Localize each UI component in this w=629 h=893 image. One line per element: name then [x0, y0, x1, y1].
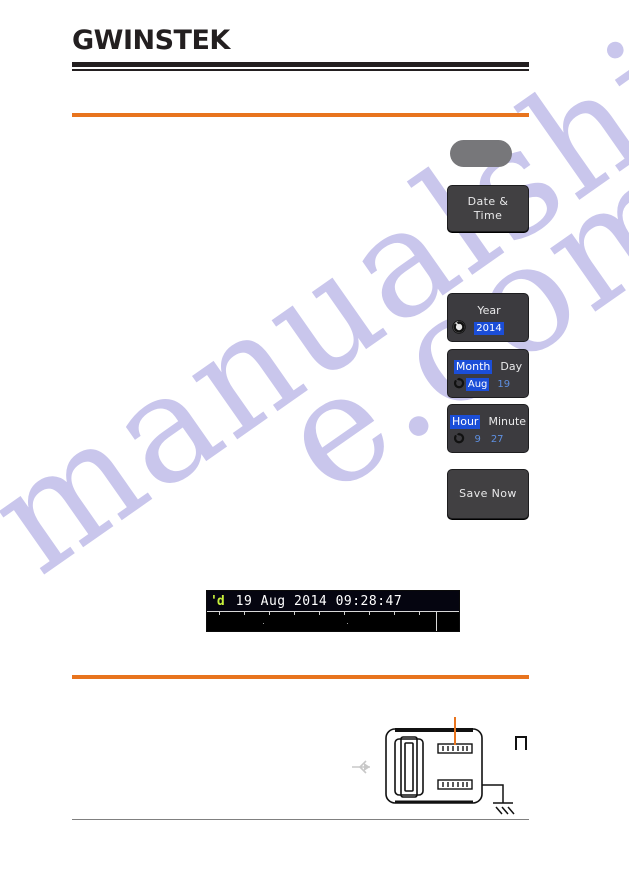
minute-field-label: Minute	[488, 414, 527, 428]
save-now-label: Save Now	[459, 487, 517, 500]
logo-instek: INSTEK	[122, 25, 230, 56]
watermark-text-2: e.com	[250, 119, 629, 528]
hour-minute-softkey[interactable]: Hour Minute 9 27	[447, 404, 529, 453]
day-field-value[interactable]: 19	[495, 378, 512, 391]
usb-icon	[352, 760, 370, 774]
year-softkey[interactable]: Year 2014	[447, 293, 529, 342]
month-field-value[interactable]: Aug	[465, 378, 490, 391]
day-field-label: Day	[500, 359, 523, 373]
year-field-label: Year	[477, 303, 501, 317]
month-field-label: Month	[453, 359, 493, 374]
scope-graticule	[207, 611, 459, 631]
section-divider-bottom	[72, 675, 529, 679]
connector-top	[437, 743, 473, 754]
connector-bottom	[437, 779, 473, 790]
year-field-value[interactable]: 2014	[474, 322, 504, 335]
logo-gw: GW	[72, 25, 123, 56]
date-time-softkey[interactable]: Date & Time	[447, 185, 529, 232]
scope-status-bar: 'd 19 Aug 2014 09:28:47	[207, 591, 459, 611]
blank-softkey[interactable]	[450, 140, 512, 167]
watermark-text-1: manualshive	[0, 0, 629, 608]
section-divider-top	[72, 113, 529, 117]
hour-field-label: Hour	[449, 414, 481, 429]
header-divider-thin	[72, 69, 529, 71]
minute-field-value[interactable]: 27	[489, 433, 506, 446]
usb-port-icon	[394, 736, 424, 798]
date-time-label-line1: Date &	[467, 195, 509, 208]
save-now-softkey[interactable]: Save Now	[447, 469, 529, 519]
header-divider-thick	[72, 62, 529, 67]
square-wave-icon	[515, 736, 527, 750]
hour-field-value[interactable]: 9	[472, 433, 482, 446]
month-day-softkey[interactable]: Month Day Aug 19	[447, 349, 529, 398]
trigger-status-indicator: 'd	[210, 593, 225, 609]
gw-instek-logo: GWINSTEK	[72, 27, 230, 54]
usb-connector-diagram	[340, 715, 540, 820]
ground-icon	[482, 784, 515, 815]
oscilloscope-display-strip: 'd 19 Aug 2014 09:28:47	[206, 590, 460, 632]
scope-datetime-readout: 19 Aug 2014 09:28:47	[235, 593, 403, 609]
date-time-label-line2: Time	[473, 209, 503, 222]
